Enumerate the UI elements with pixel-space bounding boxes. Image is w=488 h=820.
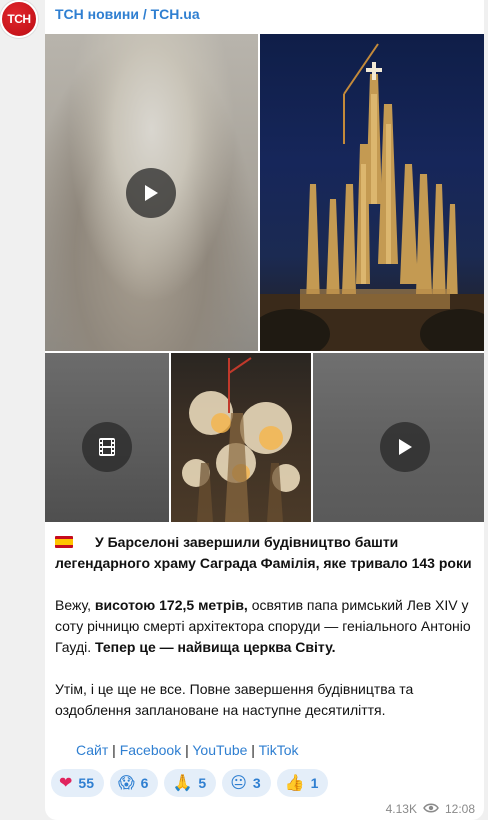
reaction-pray[interactable]: 🙏 5 [164, 769, 217, 797]
view-count: 4.13K [385, 802, 417, 816]
post-links: Сайт | Facebook | YouTube | TikTok [76, 742, 299, 758]
post-headline: У Барселоні завершили будівництво башти … [55, 534, 472, 571]
media-video-1[interactable] [45, 34, 258, 351]
post-paragraph-1: Вежу, висотою 172,5 метрів, освятив папа… [55, 597, 471, 655]
reaction-thumbs-up[interactable]: 👍 1 [276, 769, 329, 797]
reaction-heart[interactable]: ❤ 55 [51, 769, 104, 797]
reactions-bar: ❤ 55 😱 6 🙏 5 😐 3 👍 1 [51, 769, 329, 797]
media-video-2[interactable] [313, 353, 484, 522]
media-video-album[interactable] [45, 353, 169, 522]
avatar-text: ТСН [7, 12, 31, 26]
link-facebook[interactable]: Facebook [120, 742, 181, 758]
thumbs-up-icon: 👍 [284, 773, 305, 792]
media-photo-sagrada-familia[interactable] [260, 34, 484, 351]
channel-avatar[interactable]: ТСН [0, 0, 38, 38]
heart-icon: ❤ [59, 773, 73, 792]
link-site[interactable]: Сайт [76, 742, 108, 758]
message-meta: 4.13K 12:08 [386, 802, 475, 816]
film-icon[interactable] [82, 422, 132, 472]
spain-flag-icon [55, 536, 73, 548]
reaction-neutral-face[interactable]: 😐 3 [222, 769, 271, 797]
channel-name[interactable]: ТСН новини / TCH.ua [55, 6, 200, 22]
eye-icon [423, 802, 439, 816]
neutral-face-icon: 😐 [230, 773, 247, 792]
message-bubble: ТСН новини / TCH.ua У Барселоні завершил… [45, 0, 484, 820]
link-youtube[interactable]: YouTube [192, 742, 247, 758]
pray-icon: 🙏 [172, 773, 193, 792]
scream-icon: 😱 [117, 773, 135, 792]
play-icon[interactable] [380, 422, 430, 472]
post-paragraph-2: Утім, і це ще не все. Повне завершення б… [55, 681, 414, 718]
play-icon[interactable] [126, 168, 176, 218]
link-tiktok[interactable]: TikTok [259, 742, 299, 758]
media-photo-fireworks[interactable] [171, 353, 311, 522]
reaction-scream[interactable]: 😱 6 [109, 769, 159, 797]
message-time: 12:08 [444, 802, 475, 816]
